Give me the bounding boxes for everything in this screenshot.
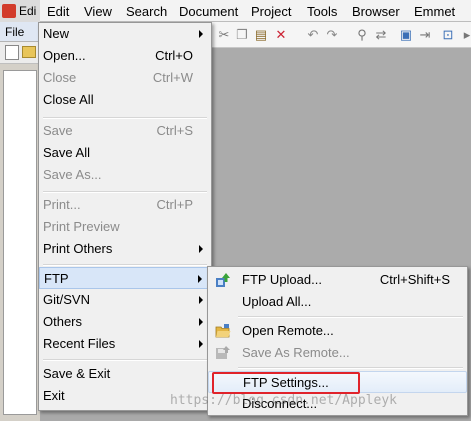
- watermark: https://blog.csdn.net/Appleyk: [170, 393, 397, 408]
- menu-item-label: Save As...: [43, 167, 102, 182]
- submenu-arrow-icon: [199, 340, 203, 348]
- menu-item-label: Save & Exit: [43, 366, 111, 381]
- menu-item-shortcut: Ctrl+W: [152, 70, 193, 85]
- file-menu-tab-strip: File: [0, 22, 40, 42]
- submenu-arrow-icon: [199, 318, 203, 326]
- menu-item-label: Save All: [43, 145, 90, 160]
- menu-item-new[interactable]: New: [39, 23, 211, 45]
- menu-item-print-preview[interactable]: Print Preview: [39, 216, 211, 238]
- main-toolbar: ✂ ❐ ▤ ✕ ↶ ↷ ⚲ ⇄ ▣ ⇥ ⊡ ▸: [212, 22, 471, 48]
- menu-item-label: Print...: [43, 197, 81, 212]
- menu-item-label: Print Others: [43, 241, 113, 256]
- menu-item-label: Exit: [43, 388, 65, 403]
- redo-icon[interactable]: ↷: [324, 27, 340, 43]
- app-icon: [2, 4, 16, 18]
- submenu-item-label: Save As Remote...: [242, 345, 350, 360]
- menu-item-close[interactable]: Close Ctrl+W: [39, 67, 211, 89]
- menu-item-shortcut: Ctrl+O: [155, 48, 193, 63]
- menu-item-label: FTP: [44, 271, 69, 286]
- menu-project[interactable]: Project: [251, 4, 291, 19]
- delete-icon[interactable]: ✕: [273, 27, 289, 43]
- save-remote-icon: [215, 345, 231, 361]
- menu-item-ftp[interactable]: FTP: [39, 267, 211, 289]
- menu-item-label: Print Preview: [43, 219, 120, 234]
- menu-separator: [43, 117, 207, 119]
- menu-separator: [43, 359, 207, 361]
- menu-item-label: Close: [43, 70, 77, 85]
- menu-file[interactable]: File: [5, 25, 24, 39]
- submenu-separator: [238, 367, 463, 369]
- submenu-item-label: Upload All...: [242, 294, 312, 309]
- submenu-item-open-remote[interactable]: Open Remote...: [208, 320, 467, 342]
- app-title: Edi: [19, 4, 37, 18]
- cut-icon[interactable]: ✂: [216, 27, 232, 43]
- ftp-upload-icon: [215, 272, 231, 288]
- menu-item-recent-files[interactable]: Recent Files: [39, 333, 211, 355]
- new-document-icon[interactable]: [5, 45, 19, 60]
- menu-item-label: Save: [43, 123, 73, 138]
- menu-item-save[interactable]: Save Ctrl+S: [39, 120, 211, 142]
- submenu-arrow-icon: [199, 30, 203, 38]
- submenu-item-label: Open Remote...: [242, 323, 334, 338]
- menu-item-close-all[interactable]: Close All: [39, 89, 211, 111]
- file-tree-panel[interactable]: [3, 70, 37, 415]
- menu-item-label: New: [43, 26, 70, 41]
- file-menu: New Open... Ctrl+O Close Ctrl+W Close Al…: [38, 22, 212, 411]
- menu-tools[interactable]: Tools: [307, 4, 337, 19]
- menu-item-git-svn[interactable]: Git/SVN: [39, 289, 211, 311]
- menu-browser[interactable]: Browser: [352, 4, 400, 19]
- menu-item-label: Git/SVN: [43, 292, 90, 307]
- undo-icon[interactable]: ↶: [305, 27, 321, 43]
- submenu-separator: [238, 316, 463, 318]
- menu-item-print-others[interactable]: Print Others: [39, 238, 211, 260]
- menu-view[interactable]: View: [84, 4, 112, 19]
- menu-edit[interactable]: Edit: [47, 4, 69, 19]
- find-in-files-icon[interactable]: ▣: [398, 27, 414, 43]
- menu-item-label: Close All: [43, 92, 94, 107]
- menu-item-shortcut: Ctrl+P: [156, 197, 193, 212]
- menu-item-label: Others: [43, 314, 83, 329]
- menu-emmet[interactable]: Emmet: [414, 4, 455, 19]
- menu-separator: [43, 264, 207, 266]
- submenu-arrow-icon: [199, 245, 203, 253]
- submenu-arrow-icon: [198, 275, 202, 283]
- submenu-item-upload-all[interactable]: Upload All...: [208, 291, 467, 313]
- submenu-arrow-icon: [199, 296, 203, 304]
- left-toolbar: [0, 42, 40, 64]
- menu-item-label: Recent Files: [43, 336, 116, 351]
- menu-bar: Edit View Search Document Project Tools …: [40, 0, 471, 22]
- menu-item-save-exit[interactable]: Save & Exit: [39, 363, 211, 385]
- more-tools-icon[interactable]: ▸: [459, 27, 471, 43]
- menu-search[interactable]: Search: [126, 4, 167, 19]
- folder-icon[interactable]: [22, 46, 36, 58]
- find-icon[interactable]: ⚲: [354, 27, 370, 43]
- submenu-item-ftp-upload[interactable]: FTP Upload... Ctrl+Shift+S: [208, 269, 467, 291]
- menu-item-shortcut: Ctrl+S: [156, 123, 193, 138]
- submenu-item-shortcut: Ctrl+Shift+S: [379, 272, 450, 287]
- menu-item-save-all[interactable]: Save All: [39, 142, 211, 164]
- paste-icon[interactable]: ▤: [253, 27, 269, 43]
- highlight-annotation-box: [212, 372, 360, 394]
- replace-icon[interactable]: ⇄: [373, 27, 389, 43]
- menu-item-others[interactable]: Others: [39, 311, 211, 333]
- menu-item-open[interactable]: Open... Ctrl+O: [39, 45, 211, 67]
- submenu-item-label: FTP Upload...: [242, 272, 322, 287]
- menu-document[interactable]: Document: [179, 4, 238, 19]
- menu-item-save-as[interactable]: Save As...: [39, 164, 211, 186]
- menu-item-print[interactable]: Print... Ctrl+P: [39, 194, 211, 216]
- menu-separator: [43, 191, 207, 193]
- open-folder-icon: [215, 323, 231, 339]
- menu-item-label: Open...: [43, 48, 86, 63]
- submenu-item-save-as-remote[interactable]: Save As Remote...: [208, 342, 467, 364]
- goto-icon[interactable]: ⇥: [417, 27, 433, 43]
- bookmark-icon[interactable]: ⊡: [440, 27, 456, 43]
- copy-icon[interactable]: ❐: [234, 27, 250, 43]
